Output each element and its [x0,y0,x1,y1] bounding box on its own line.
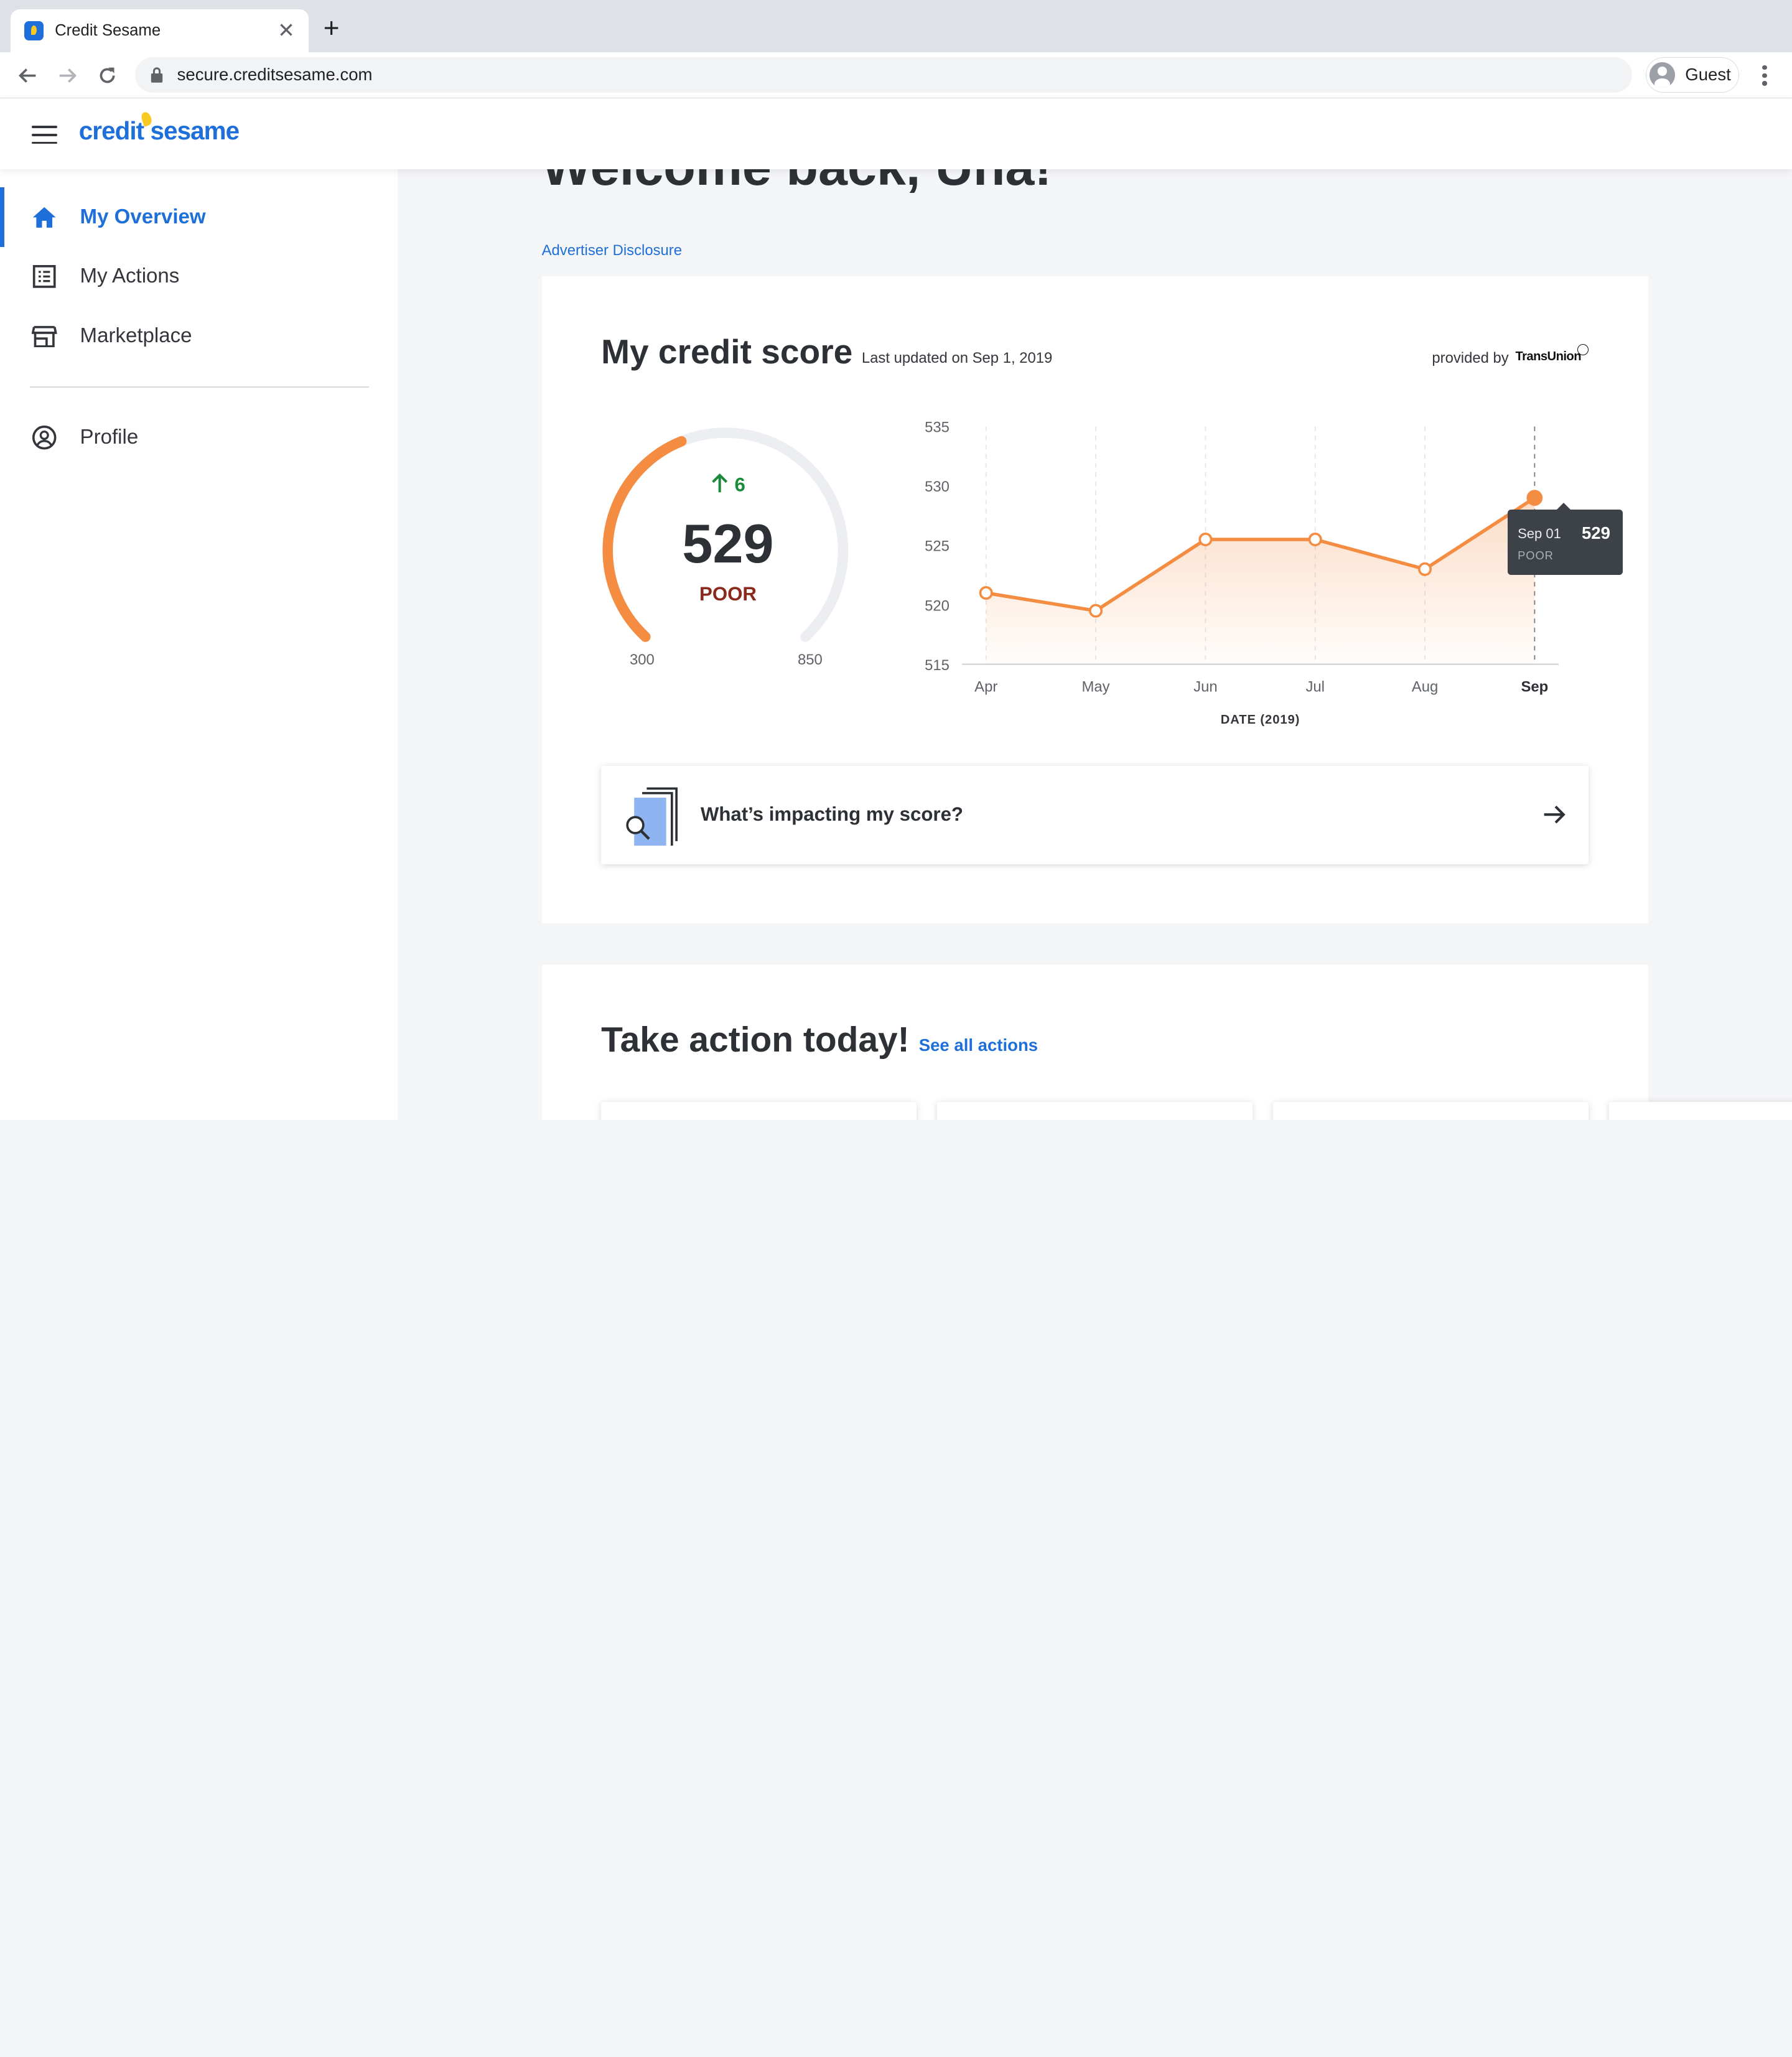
data-point [1309,532,1323,546]
sidebar: My Overview My Actions Marketplace Profi… [0,169,398,1120]
y-tick-label: 520 [925,597,950,614]
transunion-mark-icon [1577,343,1589,356]
tab-title: Credit Sesame [55,22,161,40]
action-card[interactable] [937,1101,1253,1120]
list-icon [33,265,56,288]
data-point [1526,489,1543,506]
take-action-title: Take action today! [601,1020,910,1060]
arrow-up-icon [712,473,728,493]
data-point [979,585,994,600]
sidebar-divider [29,386,370,388]
profile-button[interactable]: Guest [1645,57,1740,93]
credit-score-title: My credit score [601,332,853,371]
profile-label: Guest [1685,65,1731,85]
app-header: credit sesame [0,98,1792,169]
y-tick-label: 530 [925,478,950,495]
sidebar-item-my-overview[interactable]: My Overview [0,187,398,247]
data-point [1198,532,1213,546]
gauge-min-label: 300 [630,651,655,668]
address-bar[interactable]: secure.creditsesame.com [134,57,1632,93]
credit-sesame-logo[interactable]: credit sesame [79,116,240,146]
forward-arrow-icon[interactable] [54,62,81,89]
x-tick-label: Aug [1412,678,1438,695]
hamburger-menu-icon[interactable] [32,126,57,144]
sidebar-item-label: Marketplace [80,324,192,347]
x-tick-label: May [1082,678,1110,695]
documents-search-icon [626,787,678,846]
x-tick-label: Sep [1521,678,1549,695]
tooltip-date: Sep 01 [1518,525,1561,541]
sidebar-item-label: My Actions [80,264,180,288]
whats-impacting-score-button[interactable]: What’s impacting my score? [601,765,1589,864]
y-tick-label: 535 [925,419,950,436]
x-tick-label: Apr [974,678,997,695]
x-tick-label: Jul [1306,678,1325,695]
transunion-logo: TransUnion [1515,350,1581,364]
sidebar-item-marketplace[interactable]: Marketplace [0,306,398,366]
credit-score-value: 529 [682,512,774,574]
action-card[interactable] [1273,1101,1589,1120]
credit-rating: POOR [699,582,757,605]
data-point [1418,562,1432,576]
store-icon [32,325,57,348]
back-arrow-icon[interactable] [14,62,41,89]
browser-toolbar: secure.creditsesame.com Guest [0,52,1792,98]
x-tick-label: Jun [1193,678,1217,695]
lock-icon [151,67,162,83]
reload-icon[interactable] [94,62,121,89]
score-change: 6 [711,473,745,496]
gauge-max-label: 850 [798,651,823,668]
provided-by-label: provided by [1432,350,1509,367]
advertiser-disclosure-link[interactable]: Advertiser Disclosure [542,242,682,259]
sidebar-item-label: Profile [80,426,139,449]
y-tick-label: 525 [925,538,950,554]
credit-score-card: My credit score Last updated on Sep 1, 2… [541,276,1648,924]
tooltip-rating: POOR [1518,548,1554,562]
action-card[interactable] [601,1101,917,1120]
data-point [1089,604,1103,618]
new-tab-button[interactable]: + [324,14,340,42]
score-change-value: 6 [734,473,745,496]
see-all-actions-link[interactable]: See all actions [919,1035,1038,1055]
browser-tab[interactable]: Credit Sesame ✕ [10,9,309,53]
score-history-chart: 535 530 525 520 515 Apr May Jun Jul Aug Sep DATE (2… [925,419,1559,727]
close-tab-icon[interactable]: ✕ [278,21,295,41]
arrow-right-icon [1544,806,1566,824]
more-menu-icon[interactable] [1755,63,1773,88]
score-area [986,497,1535,665]
browser-tab-bar: Credit Sesame ✕ + [0,0,1792,53]
url-text: secure.creditsesame.com [177,65,373,85]
home-icon [33,207,56,228]
y-tick-label: 515 [925,656,950,673]
impact-label: What’s impacting my score? [700,803,963,826]
last-updated-text: Last updated on Sep 1, 2019 [861,350,1053,367]
x-axis-title: DATE (2019) [1221,713,1300,727]
sidebar-item-label: My Overview [80,205,206,228]
site-favicon-icon [24,21,44,41]
take-action-card: Take action today! See all actions [541,964,1792,1120]
chart-tooltip: Sep 01 529 POOR [1507,503,1623,575]
action-card[interactable] [1609,1101,1792,1120]
user-circle-icon [32,426,57,450]
guest-avatar-icon [1650,62,1675,88]
tooltip-value: 529 [1581,523,1610,543]
sidebar-item-my-actions[interactable]: My Actions [0,247,398,307]
sidebar-item-profile[interactable]: Profile [0,408,398,468]
